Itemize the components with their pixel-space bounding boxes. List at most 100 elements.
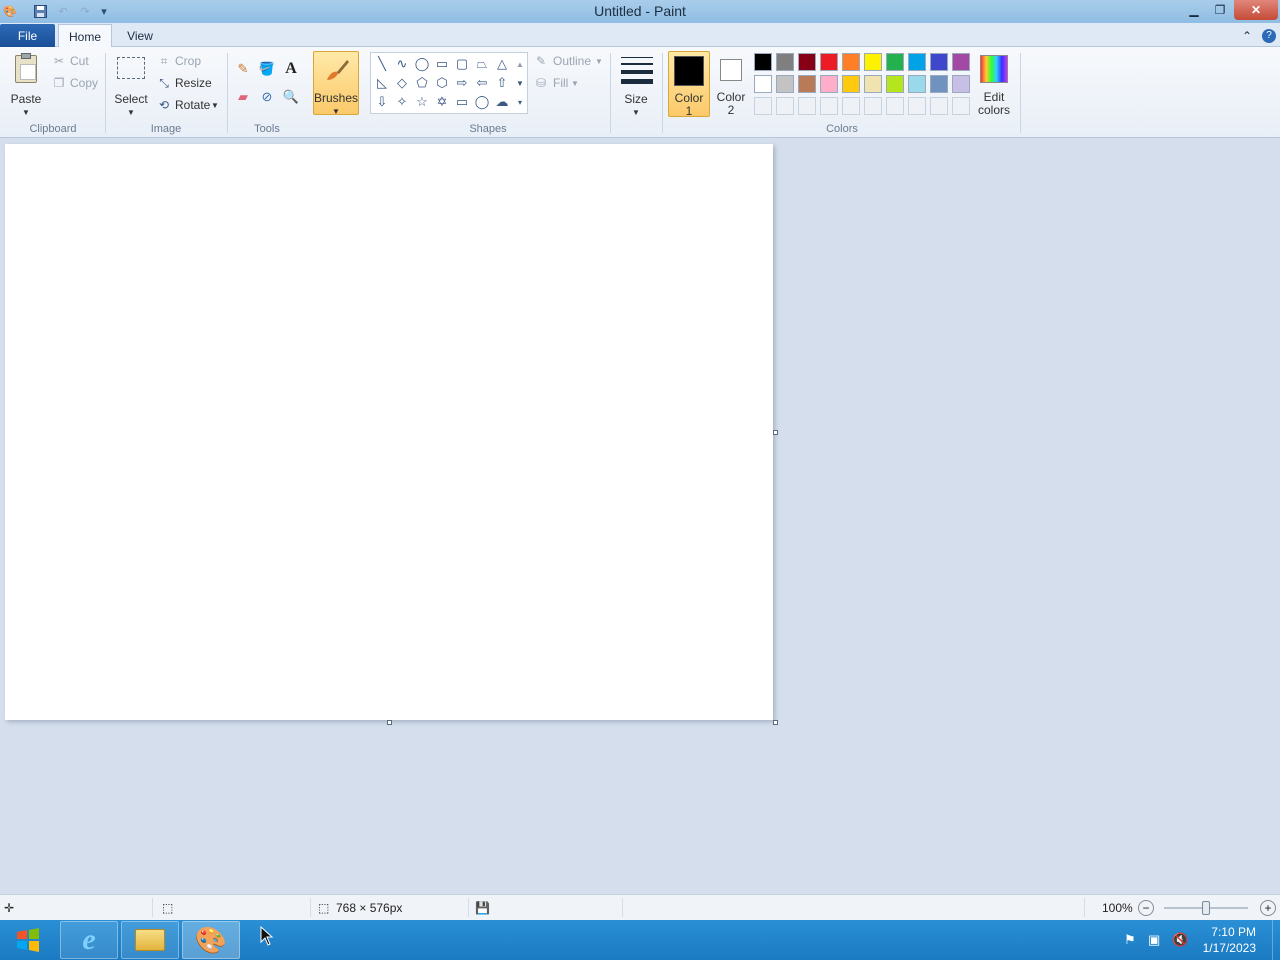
palette-swatch[interactable]	[842, 75, 860, 93]
zoom-in-button[interactable]: +	[1260, 900, 1276, 916]
oval-callout-shape-icon[interactable]: ◯	[473, 93, 491, 111]
palette-custom-swatch[interactable]	[930, 97, 948, 115]
diamond-shape-icon[interactable]: ◇	[393, 74, 411, 92]
polygon-shape-icon[interactable]: ⏢	[473, 55, 491, 73]
shapes-more-icon[interactable]: ▾	[513, 93, 527, 111]
palette-swatch[interactable]	[776, 75, 794, 93]
copy-button[interactable]: ❐ Copy	[52, 75, 102, 93]
paint-taskbar-button[interactable]: 🎨	[182, 921, 240, 959]
palette-swatch[interactable]	[776, 53, 794, 71]
five-point-star-shape-icon[interactable]: ☆	[413, 93, 431, 111]
fill-bucket-icon[interactable]: 🪣	[256, 59, 278, 79]
size-button[interactable]: Size ▼	[617, 51, 657, 117]
palette-swatch[interactable]	[930, 75, 948, 93]
palette-swatch[interactable]	[754, 75, 772, 93]
right-triangle-shape-icon[interactable]: ◺	[373, 74, 391, 92]
minimize-ribbon-icon[interactable]: ⌃	[1238, 24, 1256, 47]
zoom-slider[interactable]	[1164, 901, 1248, 915]
palette-swatch[interactable]	[842, 53, 860, 71]
action-center-flag-icon[interactable]: ⚑	[1124, 932, 1136, 948]
oval-shape-icon[interactable]: ◯	[413, 55, 431, 73]
zoom-slider-thumb[interactable]	[1202, 901, 1210, 915]
palette-custom-swatch[interactable]	[864, 97, 882, 115]
right-arrow-shape-icon[interactable]: ⇨	[453, 74, 471, 92]
cut-button[interactable]: ✂ Cut	[52, 53, 102, 71]
pentagon-shape-icon[interactable]: ⬠	[413, 74, 431, 92]
network-icon[interactable]: ▣	[1148, 932, 1160, 948]
down-arrow-shape-icon[interactable]: ⇩	[373, 93, 391, 111]
resize-handle-bottom[interactable]	[387, 720, 392, 725]
curve-shape-icon[interactable]: ∿	[393, 55, 411, 73]
clock[interactable]: 7:10 PM 1/17/2023	[1203, 924, 1256, 956]
select-button[interactable]: Select ▼	[112, 51, 150, 117]
drawing-canvas[interactable]	[5, 144, 773, 720]
close-button[interactable]: ✕	[1234, 0, 1278, 20]
select-dropdown-icon[interactable]: ▼	[112, 106, 150, 119]
four-point-star-shape-icon[interactable]: ✧	[393, 93, 411, 111]
palette-swatch[interactable]	[798, 75, 816, 93]
rotate-button[interactable]: ⟲ Rotate ▼	[157, 97, 223, 115]
resize-button[interactable]: ⤡ Resize	[157, 75, 217, 93]
file-explorer-taskbar-button[interactable]	[121, 921, 179, 959]
tab-view[interactable]: View	[115, 24, 165, 47]
scroll-down-icon[interactable]: ▼	[513, 74, 527, 92]
paste-button[interactable]: Paste ▼	[6, 51, 46, 117]
palette-swatch[interactable]	[886, 75, 904, 93]
eraser-icon[interactable]: ▰	[232, 87, 254, 107]
palette-custom-swatch[interactable]	[842, 97, 860, 115]
color2-button[interactable]: Color 2	[711, 51, 751, 117]
palette-swatch[interactable]	[820, 53, 838, 71]
fill-button[interactable]: ⛁ Fill ▼	[533, 75, 583, 93]
palette-swatch[interactable]	[952, 53, 970, 71]
brushes-button[interactable]: Brushes ▼	[313, 51, 359, 116]
palette-custom-swatch[interactable]	[952, 97, 970, 115]
left-arrow-shape-icon[interactable]: ⇦	[473, 74, 491, 92]
six-point-star-shape-icon[interactable]: ✡	[433, 93, 451, 111]
palette-custom-swatch[interactable]	[908, 97, 926, 115]
color1-button[interactable]: Color 1	[668, 51, 710, 118]
pencil-icon[interactable]: ✎	[232, 59, 254, 79]
palette-swatch[interactable]	[886, 53, 904, 71]
palette-swatch[interactable]	[952, 75, 970, 93]
help-icon[interactable]: ?	[1260, 24, 1278, 47]
crop-button[interactable]: ⌗ Crop	[157, 53, 217, 71]
tab-home[interactable]: Home	[58, 24, 112, 48]
triangle-shape-icon[interactable]: △	[493, 55, 511, 73]
palette-custom-swatch[interactable]	[820, 97, 838, 115]
volume-muted-icon[interactable]: 🔇	[1172, 932, 1188, 948]
magnifier-icon[interactable]: 🔍	[280, 87, 302, 107]
start-button[interactable]	[0, 921, 56, 959]
tab-file[interactable]: File	[0, 24, 55, 47]
palette-custom-swatch[interactable]	[798, 97, 816, 115]
edit-colors-button[interactable]: Edit colors	[974, 51, 1014, 117]
show-desktop-button[interactable]	[1272, 920, 1280, 960]
color-picker-icon[interactable]: ⊘	[256, 87, 278, 107]
palette-swatch[interactable]	[820, 75, 838, 93]
rounded-rectangle-shape-icon[interactable]: ▢	[453, 55, 471, 73]
rectangle-shape-icon[interactable]: ▭	[433, 55, 451, 73]
resize-handle-right[interactable]	[773, 430, 778, 435]
hexagon-shape-icon[interactable]: ⬡	[433, 74, 451, 92]
palette-swatch[interactable]	[864, 75, 882, 93]
zoom-out-button[interactable]: −	[1138, 900, 1154, 916]
palette-swatch[interactable]	[864, 53, 882, 71]
palette-swatch[interactable]	[908, 75, 926, 93]
minimize-button[interactable]: ▁	[1182, 0, 1206, 20]
outline-button[interactable]: ✎ Outline ▼	[533, 53, 605, 71]
palette-swatch[interactable]	[930, 53, 948, 71]
scroll-up-icon[interactable]: ▲	[513, 55, 527, 73]
line-shape-icon[interactable]: ╲	[373, 55, 391, 73]
text-tool-icon[interactable]: A	[280, 59, 302, 79]
palette-swatch[interactable]	[908, 53, 926, 71]
palette-custom-swatch[interactable]	[754, 97, 772, 115]
resize-handle-corner[interactable]	[773, 720, 778, 725]
restore-button[interactable]: ❐	[1208, 0, 1232, 20]
rect-callout-shape-icon[interactable]: ▭	[453, 93, 471, 111]
palette-swatch[interactable]	[754, 53, 772, 71]
palette-custom-swatch[interactable]	[886, 97, 904, 115]
internet-explorer-taskbar-button[interactable]: e	[60, 921, 118, 959]
cloud-callout-shape-icon[interactable]: ☁	[493, 93, 511, 111]
paste-dropdown-icon[interactable]: ▼	[6, 106, 46, 119]
up-arrow-shape-icon[interactable]: ⇧	[493, 74, 511, 92]
palette-custom-swatch[interactable]	[776, 97, 794, 115]
